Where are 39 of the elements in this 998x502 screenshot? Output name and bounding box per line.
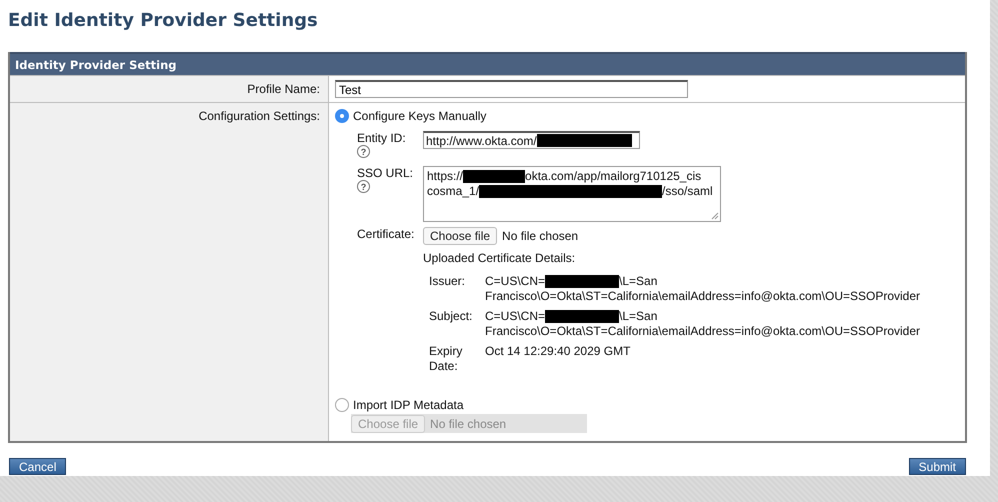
radio-icon[interactable] (335, 398, 349, 412)
value-text: Francisco\O=Okta\ST=California\emailAddress=info@okta.com\OU=SSOProvider (485, 324, 920, 339)
radio-option[interactable]: Import IDP Metadata (335, 398, 959, 412)
radio-option[interactable]: Configure Keys Manually (335, 109, 959, 123)
value-text: \L=San (619, 309, 658, 324)
form-button[interactable]: Submit (908, 458, 966, 475)
field-label: Configuration Settings: (10, 103, 329, 441)
value-text: C=US\CN= (485, 309, 546, 324)
value-text: Francisco\O=Okta\ST=California\emailAddress=info@okta.com\OU=SSOProvider (485, 289, 920, 304)
field-label: Profile Name: (10, 76, 329, 102)
entity-id-input[interactable]: http://www.okta.com/ (423, 131, 640, 149)
value-text: Oct 14 12:29:40 2029 GMT (485, 344, 630, 359)
field-label: Entity ID: (357, 131, 406, 145)
value-text: https:// (427, 169, 464, 184)
form-button[interactable]: Cancel (9, 458, 66, 475)
help-icon[interactable]: ? (357, 180, 370, 193)
choose-file-button[interactable]: Choose file (423, 227, 498, 245)
help-icon[interactable]: ? (357, 145, 370, 158)
detail-label: Issuer: (429, 274, 466, 290)
file-status: No file chosen (430, 416, 506, 430)
sso-url-textarea[interactable]: https:// okta.com/app/mailorg710125_cis cosma_1/ /sso/saml (423, 166, 721, 222)
value-text: \L=San (619, 274, 658, 289)
value-text: okta.com/app/mailorg710125_cis (525, 169, 702, 184)
redaction-bar (463, 170, 526, 183)
field-label: Certificate: (357, 227, 416, 243)
page-title: Edit Identity Provider Settings (8, 9, 319, 33)
value-text: C=US\CN= (485, 274, 546, 289)
value-text: cosma_1/ (427, 184, 480, 199)
detail-label: Expiry Date: (429, 344, 464, 374)
profile-name-input[interactable]: Test (335, 80, 688, 98)
detail-label: Subject: (429, 309, 473, 325)
radio-icon[interactable] (335, 109, 349, 123)
file-status: No file chosen (502, 229, 578, 243)
value-text: /sso/saml (662, 184, 713, 199)
field-label: SSO URL: (357, 166, 414, 180)
resize-grip-icon[interactable] (711, 212, 719, 220)
section-label: Uploaded Certificate Details: (423, 251, 576, 265)
value-text: http://www.okta.com/ (426, 134, 537, 148)
panel-header: Identity Provider Setting (10, 52, 965, 75)
